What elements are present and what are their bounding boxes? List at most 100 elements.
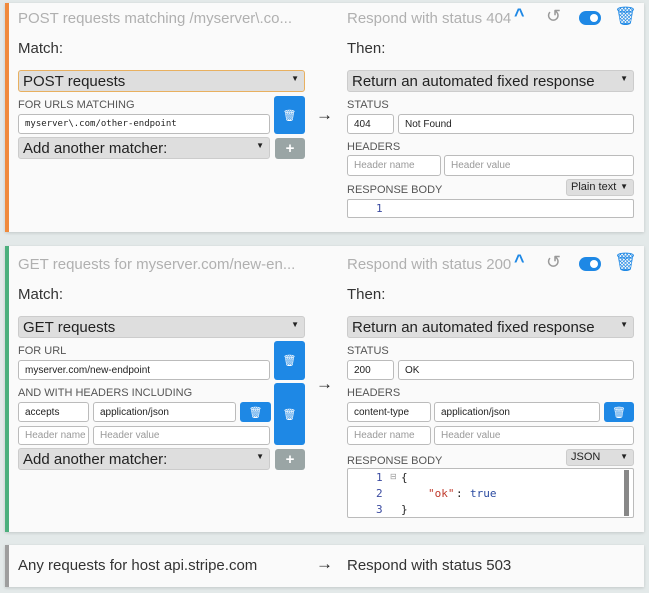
- trash-icon: 🗑: [612, 406, 626, 419]
- action-value: Return an automated fixed response: [352, 73, 595, 90]
- dropdown-icon: ▼: [620, 74, 628, 83]
- body-label: RESPONSE BODY: [347, 455, 443, 467]
- placeholder: Header value: [451, 160, 511, 171]
- body-format-select[interactable]: JSON ▼: [566, 449, 634, 466]
- placeholder: Header value: [100, 430, 160, 441]
- delete-header-button[interactable]: 🗑: [240, 402, 271, 422]
- status-text-input[interactable]: OK: [398, 360, 634, 380]
- line-number: 3: [376, 503, 383, 516]
- body-editor[interactable]: 1 2 3 ⊟ { "ok" : true }: [347, 468, 634, 518]
- placeholder: Header value: [441, 430, 501, 441]
- action-select[interactable]: Return an automated fixed response ▼: [347, 70, 634, 92]
- rule-title: Any requests for host api.stripe.com: [18, 557, 258, 574]
- header-value-input[interactable]: Header value: [434, 426, 634, 445]
- action-select[interactable]: Return an automated fixed response ▼: [347, 316, 634, 338]
- arrow-right-icon: →: [316, 105, 333, 124]
- url-value: myserver\.com/other-endpoint: [25, 119, 177, 129]
- resp-header-name-input[interactable]: content-type: [347, 402, 431, 422]
- line-number: 2: [376, 487, 383, 500]
- dropdown-icon: ▼: [620, 452, 628, 461]
- headers-label: HEADERS: [347, 141, 401, 153]
- dropdown-icon: ▼: [291, 74, 299, 83]
- method-select[interactable]: POST requests ▼: [18, 70, 305, 92]
- body-format-value: JSON: [571, 451, 601, 463]
- body-format-select[interactable]: Plain text ▼: [566, 179, 634, 196]
- header-value-input[interactable]: Header value: [93, 426, 270, 445]
- placeholder: Header name: [354, 160, 415, 171]
- rule-title: GET requests for myserver.com/new-en...: [18, 256, 296, 273]
- trash-icon: 🗑: [282, 355, 297, 367]
- code-brace: }: [401, 503, 408, 516]
- header-name-input[interactable]: Header name: [347, 426, 431, 445]
- resp-header-name: content-type: [354, 406, 410, 418]
- method-value: GET requests: [23, 319, 116, 336]
- trash-icon[interactable]: 🗑: [614, 252, 637, 273]
- scrollbar[interactable]: [624, 470, 629, 516]
- arrow-right-icon: →: [316, 554, 333, 573]
- method-select[interactable]: GET requests ▼: [18, 316, 305, 338]
- req-header-name-input[interactable]: accepts: [18, 402, 89, 422]
- dropdown-icon: ▼: [620, 182, 628, 191]
- delete-matcher-button[interactable]: 🗑: [274, 341, 305, 380]
- dropdown-icon: ▼: [291, 320, 299, 329]
- delete-header-button[interactable]: 🗑: [604, 402, 634, 422]
- add-matcher-button[interactable]: +: [275, 449, 305, 470]
- url-label: FOR URLS MATCHING: [18, 99, 135, 111]
- resp-header-value: application/json: [441, 406, 510, 418]
- add-matcher-button[interactable]: +: [275, 138, 305, 159]
- url-input[interactable]: myserver\.com/other-endpoint: [18, 114, 270, 134]
- trash-icon: 🗑: [248, 406, 263, 419]
- arrow-right-icon: →: [316, 374, 333, 393]
- dropdown-icon: ▼: [256, 141, 264, 150]
- match-label: Match:: [18, 40, 64, 57]
- code-key: "ok": [428, 487, 455, 500]
- code-colon: :: [456, 487, 470, 500]
- placeholder: Header name: [354, 430, 415, 441]
- action-value: Return an automated fixed response: [352, 319, 595, 336]
- toggle-icon[interactable]: [579, 257, 601, 271]
- add-matcher-value: Add another matcher:: [23, 140, 168, 157]
- body-format-value: Plain text: [571, 181, 617, 193]
- status-code-input[interactable]: 200: [347, 360, 394, 380]
- delete-matcher-button[interactable]: 🗑: [274, 96, 305, 134]
- body-label: RESPONSE BODY: [347, 184, 443, 196]
- toggle-icon[interactable]: [579, 11, 601, 25]
- status-code-input[interactable]: 404: [347, 114, 394, 134]
- req-header-value: application/json: [100, 406, 169, 418]
- status-text: OK: [405, 364, 420, 376]
- header-name-input[interactable]: Header name: [18, 426, 89, 445]
- status-text-input[interactable]: Not Found: [398, 114, 634, 134]
- chevron-up-icon[interactable]: ^: [514, 251, 525, 272]
- headers-label: HEADERS: [347, 387, 401, 399]
- undo-icon[interactable]: ↺: [546, 252, 561, 273]
- status-text: Not Found: [405, 118, 452, 130]
- body-editor[interactable]: 1: [347, 199, 634, 218]
- add-matcher-select[interactable]: Add another matcher: ▼: [18, 137, 270, 159]
- url-input[interactable]: myserver.com/new-endpoint: [18, 360, 270, 380]
- dropdown-icon: ▼: [620, 320, 628, 329]
- rule-title: POST requests matching /myserver\.co...: [18, 10, 292, 27]
- req-header-value-input[interactable]: application/json: [93, 402, 236, 422]
- resp-header-value-input[interactable]: application/json: [434, 402, 600, 422]
- undo-icon[interactable]: ↺: [546, 6, 561, 27]
- status-label: STATUS: [347, 99, 389, 111]
- url-label: FOR URL: [18, 345, 67, 357]
- add-matcher-select[interactable]: Add another matcher: ▼: [18, 448, 270, 470]
- trash-icon[interactable]: 🗑: [614, 6, 637, 27]
- trash-icon: 🗑: [282, 408, 297, 421]
- line-number: 1: [376, 202, 383, 215]
- rule-summary: Respond with status 404: [347, 10, 512, 27]
- line-number: 1: [376, 471, 383, 484]
- delete-matcher-button[interactable]: 🗑: [274, 383, 305, 445]
- req-headers-label: AND WITH HEADERS INCLUDING: [18, 387, 193, 399]
- code-brace: {: [401, 471, 408, 484]
- match-label: Match:: [18, 286, 64, 303]
- chevron-up-icon[interactable]: ^: [514, 5, 525, 26]
- header-name-input[interactable]: Header name: [347, 155, 441, 176]
- then-label: Then:: [347, 286, 386, 303]
- trash-icon: 🗑: [282, 109, 297, 122]
- placeholder: Header name: [25, 430, 86, 441]
- dropdown-icon: ▼: [256, 452, 264, 461]
- fold-icon[interactable]: ⊟: [390, 472, 397, 481]
- header-value-input[interactable]: Header value: [444, 155, 634, 176]
